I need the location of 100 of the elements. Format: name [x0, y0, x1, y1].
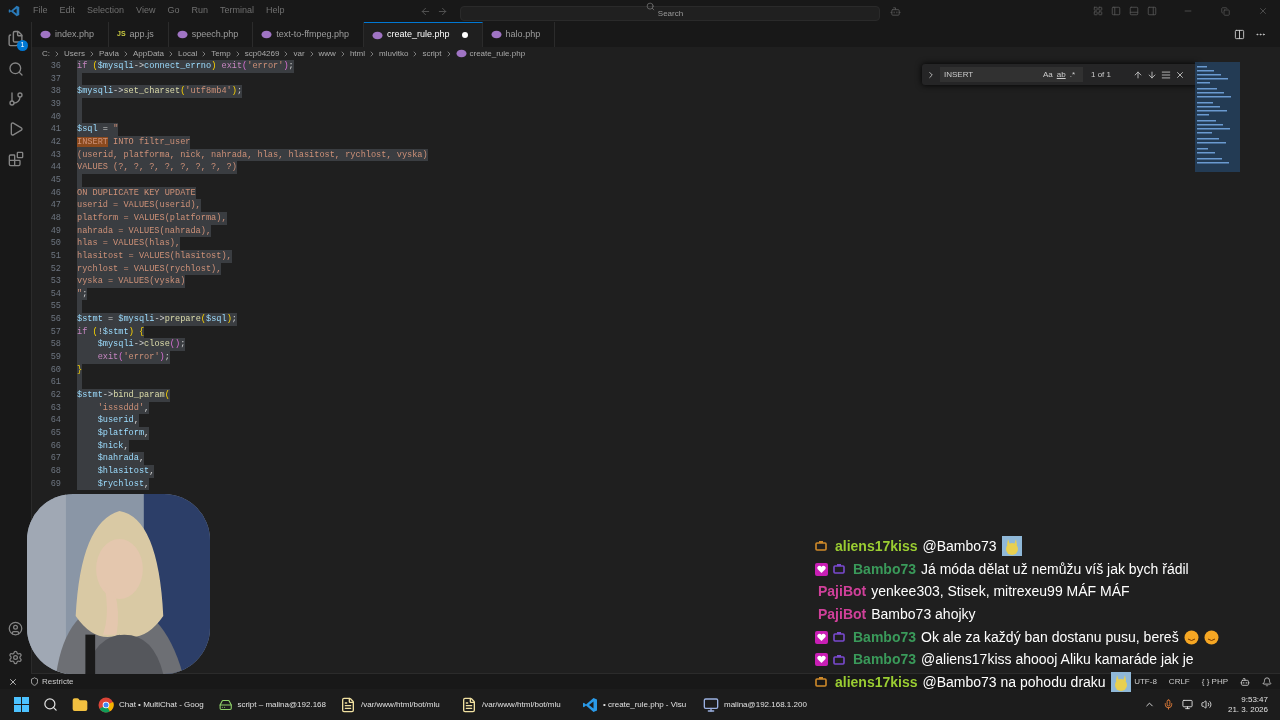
search-icon[interactable]: [43, 697, 58, 712]
status-item[interactable]: CRLF: [1168, 675, 1190, 688]
breadcrumb-item[interactable]: html: [349, 47, 366, 60]
heart-badge-icon: [815, 630, 828, 644]
tab-label: halo.php: [505, 27, 541, 41]
line-number: 68: [49, 465, 61, 478]
assistant-icon[interactable]: [1240, 676, 1250, 687]
breadcrumb-item[interactable]: Users: [64, 47, 85, 60]
menu-item[interactable]: Terminal: [214, 4, 259, 18]
chat-message: @Bambo73 na pohodu draku: [922, 672, 1106, 692]
monitor-icon[interactable]: [1181, 699, 1193, 710]
browser-icon: [98, 696, 114, 713]
breadcrumb-item[interactable]: scp04269: [244, 47, 280, 60]
volume-icon[interactable]: [1200, 699, 1212, 710]
extensions-icon[interactable]: [7, 151, 24, 167]
line-number: 52: [49, 262, 61, 276]
tab-label: speech.php: [191, 27, 239, 41]
account-icon[interactable]: [8, 621, 23, 636]
line-number: 37: [49, 72, 61, 86]
breadcrumb-item[interactable]: Local: [178, 47, 198, 60]
taskbar-button[interactable]: /var/www/html/bot/mlu: [457, 691, 572, 718]
selection-icon[interactable]: [1161, 69, 1171, 80]
breadcrumb-item[interactable]: www: [318, 47, 336, 60]
bell-icon[interactable]: [1262, 676, 1272, 687]
next-match-icon[interactable]: [1147, 69, 1157, 80]
menu-item[interactable]: Go: [162, 4, 185, 18]
taskbar-button[interactable]: • create_rule.php - Visu: [578, 691, 693, 718]
chat-username[interactable]: aliens17kiss: [835, 535, 918, 557]
chat-username[interactable]: aliens17kiss: [835, 671, 918, 693]
tab-label: text-to-ffmpeg.php: [276, 27, 350, 41]
editor-tab[interactable]: speech.php: [168, 22, 254, 47]
tab-label: index.php: [55, 27, 95, 41]
code-editor-icon: [582, 696, 598, 713]
chat-username[interactable]: PajiBot: [818, 581, 867, 603]
emoji-icon: [1183, 629, 1199, 645]
chat-message: Ok ale za každý ban dostanu pusu, bereš: [921, 627, 1179, 647]
clock[interactable]: 9:53:47 21. 3. 2026: [1227, 694, 1268, 715]
line-number: 55: [49, 300, 61, 314]
chat-message: yenkee303, Stisek, mitrexeu99 MÁF MÁF: [871, 582, 1130, 602]
menu-item[interactable]: Selection: [82, 4, 130, 18]
menu-item[interactable]: Edit: [54, 4, 81, 18]
find-option[interactable]: .*: [1069, 68, 1075, 81]
chat-username[interactable]: Bambo73: [853, 626, 917, 648]
menu-item[interactable]: File: [28, 4, 53, 18]
emote-icon: [1001, 536, 1022, 557]
line-number: 63: [49, 401, 61, 415]
line-number: 45: [49, 173, 61, 187]
editor-tab[interactable]: halo.php: [482, 22, 556, 47]
chat-username[interactable]: PajiBot: [818, 603, 867, 625]
find-input[interactable]: INSERT Aa ab .*: [940, 67, 1083, 82]
badge-icon: [833, 653, 845, 666]
breadcrumb-item[interactable]: C:: [42, 47, 50, 60]
previous-match-icon[interactable]: [1133, 69, 1143, 80]
taskbar-button[interactable]: script – malina@192.168: [215, 691, 330, 718]
taskbar-button[interactable]: /var/www/html/bot/mlu: [336, 691, 451, 718]
heart-badge-icon: [815, 653, 828, 667]
taskbar-button[interactable]: Chat • MultiChat - Goog: [94, 691, 209, 718]
find-option[interactable]: ab: [1056, 68, 1066, 81]
line-number: 57: [49, 325, 61, 339]
chat-username[interactable]: Bambo73: [853, 649, 917, 671]
line-number: 49: [49, 224, 61, 238]
breadcrumb-item[interactable]: AppData: [132, 47, 165, 60]
search-field[interactable]: Search: [460, 6, 881, 21]
badge-icon: [815, 676, 827, 689]
line-number: 42: [49, 135, 61, 149]
emote-icon: [1110, 672, 1131, 693]
badge-icon: [833, 631, 845, 644]
editor-tab[interactable]: create_rule.php: [364, 22, 483, 47]
line-number: 66: [49, 439, 61, 453]
menu-item[interactable]: Run: [186, 4, 213, 18]
close-icon[interactable]: [1175, 69, 1185, 80]
status-item[interactable]: { } PHP: [1201, 675, 1228, 688]
branch-icon[interactable]: [7, 91, 24, 107]
breadcrumb-item[interactable]: script: [422, 47, 442, 60]
find-option[interactable]: Aa: [1042, 68, 1053, 81]
line-number: 48: [49, 211, 61, 225]
remote-icon[interactable]: [8, 676, 18, 687]
menu-item[interactable]: View: [131, 4, 161, 18]
folder-icon[interactable]: [72, 696, 88, 713]
breadcrumb-item[interactable]: Temp: [211, 47, 231, 60]
explorer-icon[interactable]: [7, 30, 24, 47]
split-editor-icon[interactable]: [1234, 29, 1245, 40]
search-icon: [646, 2, 656, 11]
settings-icon[interactable]: [8, 650, 23, 665]
line-number: 53: [49, 275, 61, 288]
menu-item[interactable]: Help: [260, 4, 290, 18]
chat-username[interactable]: Bambo73: [853, 558, 917, 580]
breadcrumb-item[interactable]: create_rule.php: [469, 47, 526, 60]
microphone-icon[interactable]: [1162, 699, 1174, 710]
line-number: 59: [49, 351, 61, 364]
status-item[interactable]: Restricte: [42, 675, 74, 688]
taskbar-button[interactable]: malina@192.168.1.200: [699, 691, 814, 718]
breadcrumb-item[interactable]: var: [293, 47, 305, 60]
status-item[interactable]: UTF-8: [1134, 675, 1157, 688]
breadcrumb-item[interactable]: mluvitko: [379, 47, 409, 60]
breadcrumb-item[interactable]: Pavla: [98, 47, 119, 60]
expand-icon[interactable]: [926, 69, 936, 80]
line-number: 62: [49, 389, 61, 402]
windows-logo-icon[interactable]: [14, 697, 29, 712]
editor-tab[interactable]: index.php: [32, 22, 110, 47]
